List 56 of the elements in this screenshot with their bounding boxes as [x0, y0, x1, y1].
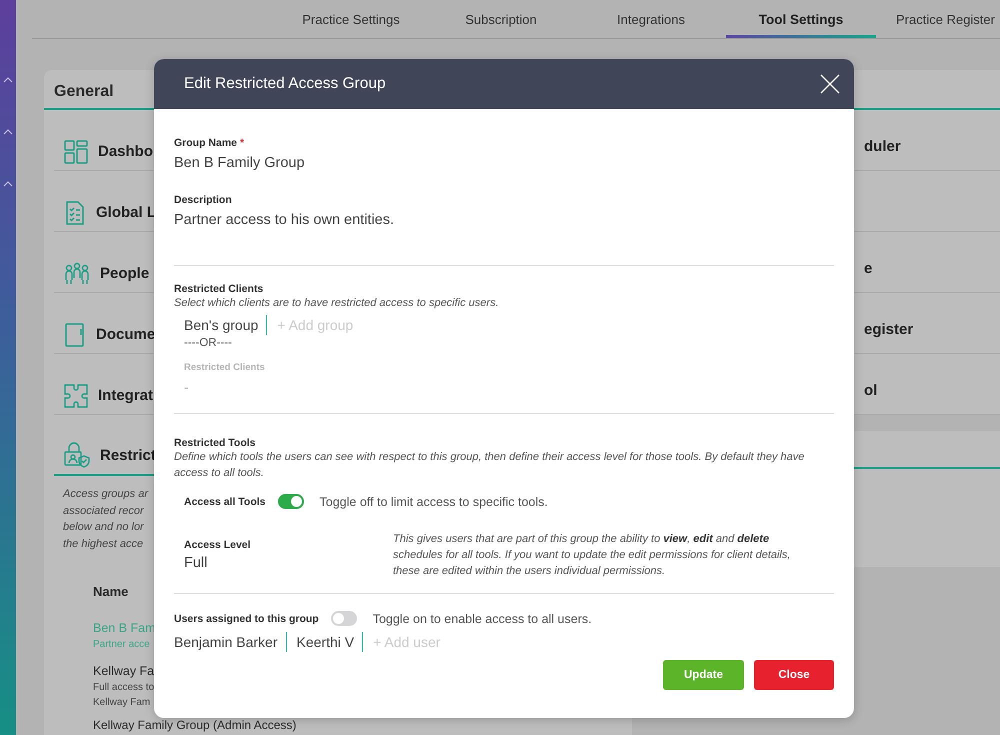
- puzzle-icon: [64, 384, 88, 408]
- panel-title: General: [54, 83, 114, 100]
- group-detail: Full access to: [93, 681, 154, 695]
- settings-tab[interactable]: Integrations: [576, 12, 726, 38]
- required-mark: *: [240, 137, 244, 149]
- field-label: Description: [174, 194, 233, 206]
- user-tag: Benjamin Barker: [174, 632, 286, 652]
- lock-user-icon: [64, 442, 90, 468]
- dashboard-icon: [64, 140, 88, 164]
- field-label: Access Level: [184, 539, 252, 551]
- close-icon[interactable]: [820, 74, 840, 94]
- group-detail: Kellway Fam: [93, 696, 150, 710]
- section-hint: Select which clients are to have restricted access to specific users.: [174, 296, 500, 311]
- group-name-link[interactable]: Kellway Family Group (Admin Access): [93, 718, 296, 732]
- toggle-label: Access all Tools: [184, 496, 266, 508]
- settings-tab[interactable]: Tool Settings: [726, 12, 876, 38]
- description-text: Access groups ar: [63, 487, 148, 502]
- description-text: below and no lor: [63, 520, 144, 535]
- settings-tab[interactable]: Practice Register: [876, 12, 995, 38]
- user-tag: Keerthi V: [296, 632, 364, 652]
- toggle-switch[interactable]: [330, 611, 357, 626]
- field-value: -: [184, 379, 190, 395]
- group-name-link[interactable]: Kellway Fa: [93, 664, 154, 678]
- toggle-hint: Toggle off to limit access to specific tools.: [320, 494, 548, 508]
- section-hint: Define which tools the users can see with respect to this group, then define their access level for those tools. By default they have access to all tools.: [174, 450, 806, 481]
- access-note: This gives users that are part of this group the ability to view, edit and delete schedules for all tools. If you want to update the edit permissions for client details, these are edited within the users individual permissions.: [393, 532, 792, 579]
- column-header: Name: [93, 584, 128, 599]
- people-icon: [64, 262, 90, 286]
- description-value[interactable]: Partner access to his own entities.: [174, 212, 834, 228]
- section-title: Restricted Clients: [174, 283, 264, 295]
- document-icon: [64, 323, 86, 347]
- settings-item[interactable]: ol: [864, 382, 878, 399]
- settings-tab[interactable]: Subscription: [426, 12, 576, 38]
- field-label: Restricted Clients: [184, 362, 266, 373]
- chevron-up-icon[interactable]: [3, 181, 13, 187]
- description-text: associated recor: [63, 504, 144, 518]
- group-tag: Ben's group: [184, 315, 268, 335]
- or-separator: ----OR----: [184, 337, 233, 349]
- access-level-value: Full: [184, 555, 208, 571]
- dialog-title: Edit Restricted Access Group: [184, 75, 386, 93]
- settings-tab[interactable]: Practice Settings: [276, 12, 426, 38]
- toggle-label: Users assigned to this group: [174, 612, 319, 624]
- chevron-up-icon[interactable]: [3, 129, 13, 135]
- toggle-switch[interactable]: [278, 494, 304, 509]
- checklist-icon: [64, 201, 86, 225]
- group-detail: Partner acce: [93, 638, 150, 652]
- description-text: the highest acce: [63, 536, 144, 552]
- group-name-value[interactable]: Ben B Family Group: [174, 155, 834, 171]
- settings-item[interactable]: egister: [864, 321, 914, 338]
- field-label: Group Name: [174, 137, 238, 149]
- section-title: Restricted Tools: [174, 437, 256, 449]
- settings-item[interactable]: duler: [864, 138, 901, 155]
- settings-item[interactable]: e: [864, 260, 872, 277]
- chevron-up-icon[interactable]: [3, 77, 13, 83]
- toggle-hint: Toggle on to enable access to all users.: [372, 612, 592, 626]
- close-button[interactable]: Close: [754, 660, 834, 690]
